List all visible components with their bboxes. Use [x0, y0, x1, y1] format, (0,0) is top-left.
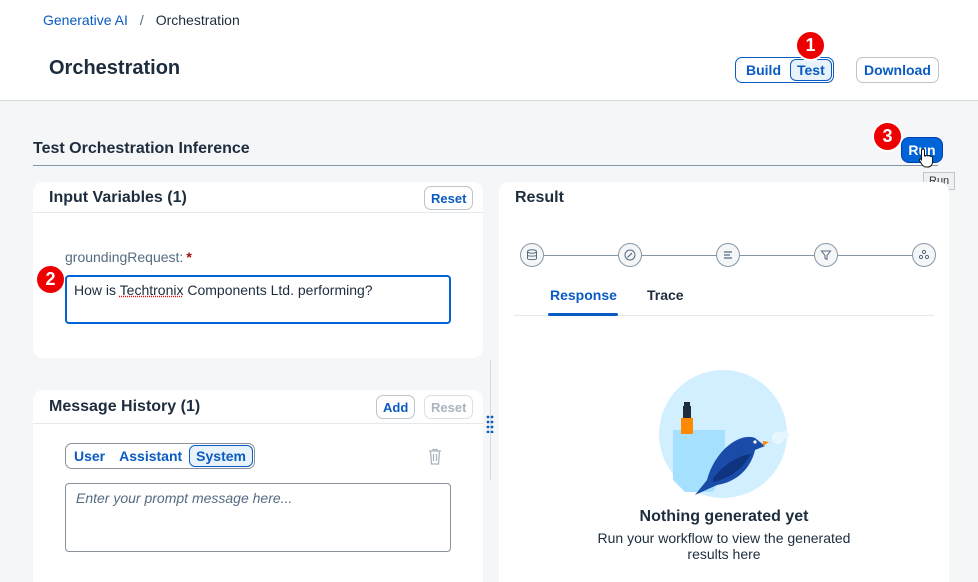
step-badge-2: 2: [35, 264, 66, 295]
message-history-title: Message History (1): [49, 398, 201, 415]
build-mode-button[interactable]: Build: [737, 59, 790, 81]
test-mode-button[interactable]: Test: [790, 59, 832, 81]
section-divider: [33, 165, 938, 166]
role-user-button[interactable]: User: [67, 445, 112, 467]
flow-connector: [642, 255, 716, 256]
mode-toggle: Build Test: [735, 57, 834, 83]
input-text-misspelled: Techtronix: [119, 282, 184, 298]
grounding-request-label: groundingRequest: *: [65, 249, 192, 265]
flow-connector: [544, 255, 618, 256]
delete-icon[interactable]: [427, 448, 443, 465]
empty-state-text: Run your workflow to view the generated …: [597, 530, 851, 562]
flow-connector: [838, 255, 912, 256]
message-history-divider: [33, 423, 483, 424]
drag-handle-icon[interactable]: [486, 415, 494, 433]
page-title: Orchestration: [49, 57, 181, 79]
field-label-text: groundingRequest:: [65, 249, 184, 265]
tab-trace[interactable]: Trace: [647, 287, 684, 303]
breadcrumb-link-generative-ai[interactable]: Generative AI: [43, 12, 128, 28]
input-variables-reset-button[interactable]: Reset: [424, 186, 474, 210]
flow-connector: [740, 255, 814, 256]
input-variables-title: Input Variables (1): [49, 189, 187, 206]
add-message-button[interactable]: Add: [376, 395, 416, 419]
role-assistant-button[interactable]: Assistant: [112, 445, 189, 467]
message-history-reset-button[interactable]: Reset: [424, 395, 474, 419]
list-icon[interactable]: [716, 243, 740, 267]
breadcrumb-separator: /: [139, 12, 144, 28]
breadcrumb: Generative AI / Orchestration: [43, 12, 240, 28]
hand-cursor-icon: [918, 148, 933, 168]
edit-icon[interactable]: [618, 243, 642, 267]
breadcrumb-current: Orchestration: [155, 12, 240, 28]
role-selector: User Assistant System: [65, 443, 255, 469]
required-mark: *: [186, 249, 192, 265]
result-title: Result: [515, 189, 564, 206]
prompt-message-input[interactable]: Enter your prompt message here...: [65, 483, 451, 552]
step-badge-3: 3: [872, 121, 903, 152]
role-system-button[interactable]: System: [189, 445, 253, 467]
tab-response[interactable]: Response: [550, 287, 617, 303]
page-header: Generative AI / Orchestration Orchestrat…: [0, 0, 978, 101]
result-tabs: Response Trace: [514, 280, 934, 316]
settings-icon[interactable]: [912, 243, 936, 267]
grounding-request-input[interactable]: How is Techtronix Components Ltd. perfor…: [65, 275, 451, 324]
database-icon[interactable]: [520, 243, 544, 267]
step-badge-1: 1: [795, 30, 826, 61]
workflow-progress: [520, 243, 940, 267]
input-text-suffix: Components Ltd. performing?: [183, 282, 373, 298]
section-title: Test Orchestration Inference: [33, 140, 250, 157]
tab-active-indicator: [548, 313, 618, 316]
filter-icon[interactable]: [814, 243, 838, 267]
download-button[interactable]: Download: [856, 57, 939, 83]
input-variables-card: [33, 182, 483, 358]
empty-state-title: Nothing generated yet: [639, 508, 809, 525]
card-header-divider: [33, 212, 483, 213]
input-text-prefix: How is: [74, 282, 120, 298]
empty-state-illustration: [659, 370, 789, 498]
